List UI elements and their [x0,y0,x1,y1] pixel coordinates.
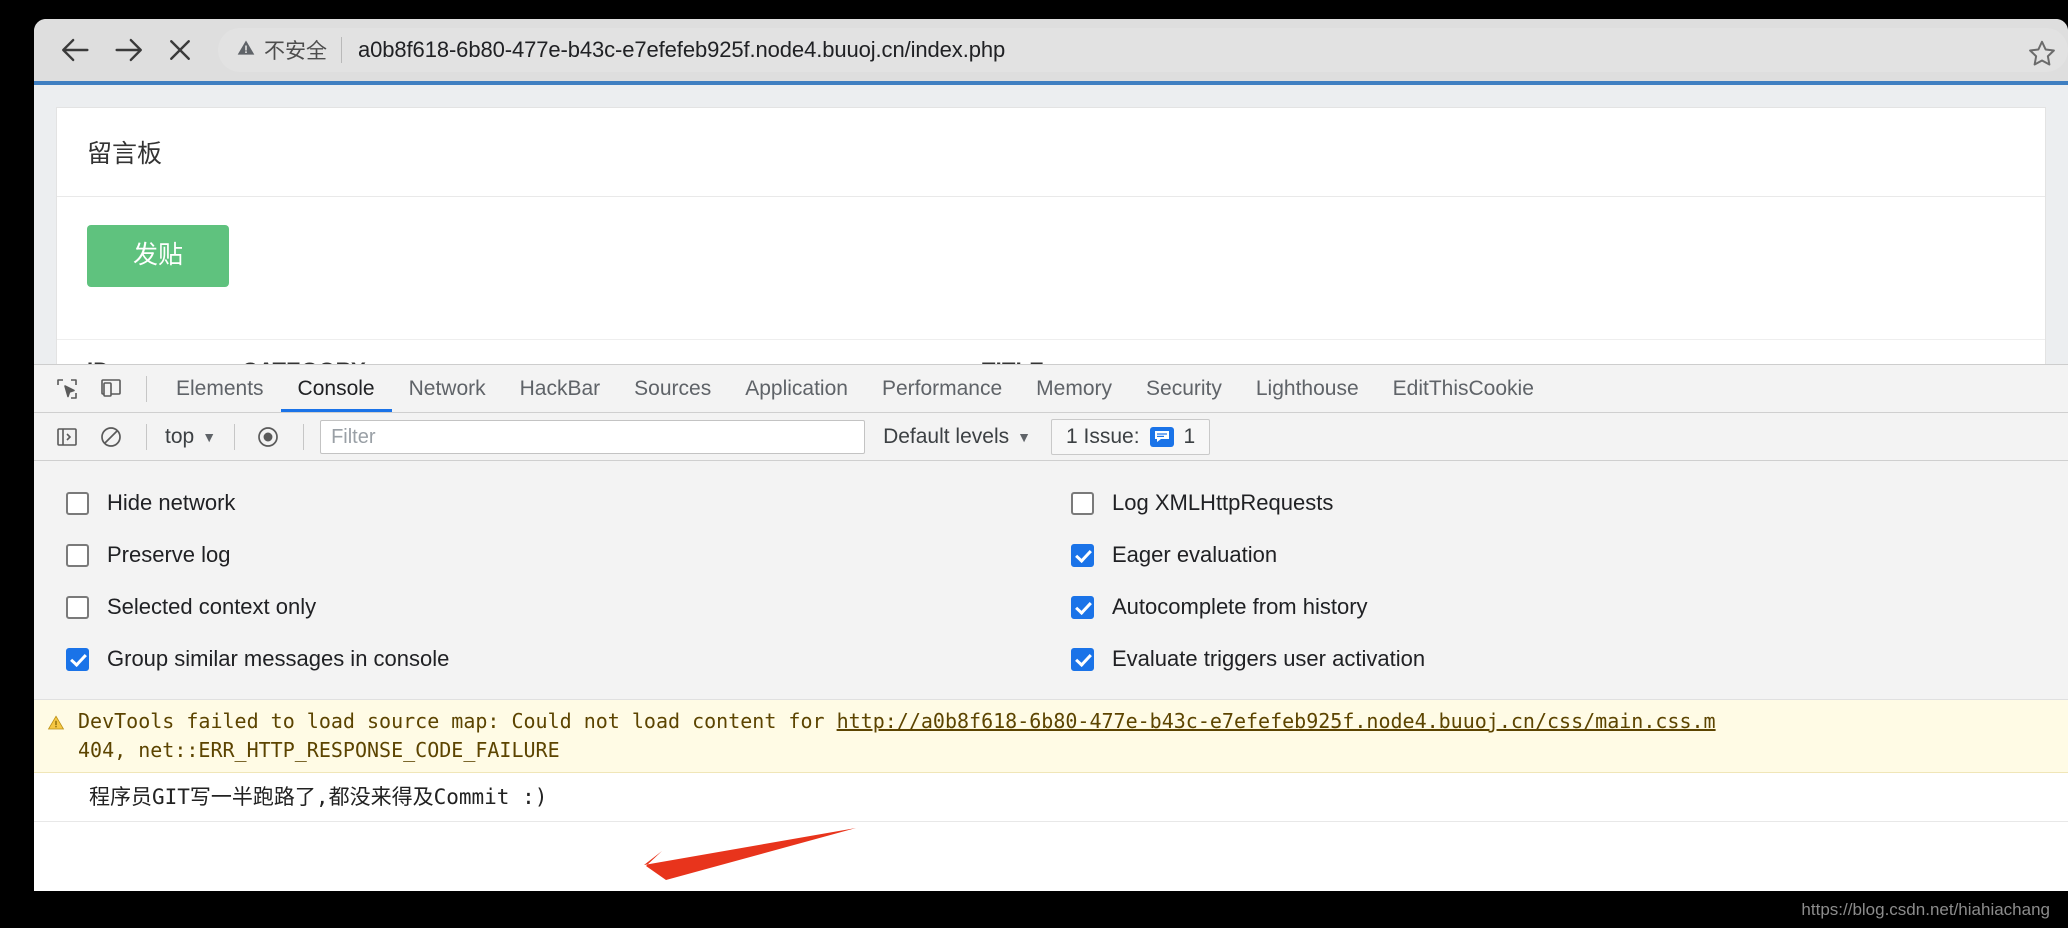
warning-text: DevTools failed to load source map: Coul… [78,709,837,733]
setting-label: Autocomplete from history [1112,594,1368,619]
screenshot-root: 不安全 a0b8f618-6b80-477e-b43c-e7efefeb925f… [0,0,2068,928]
setting-eager-evaluation[interactable]: Eager evaluation [1071,529,2068,581]
inspect-element-icon[interactable] [46,369,88,409]
settings-column-right: Log XMLHttpRequests Eager evaluation Aut… [1051,477,2068,685]
hide-network-checkbox[interactable] [66,491,89,515]
security-label: 不安全 [264,40,327,63]
forward-icon[interactable] [102,24,154,76]
web-page-content: 留言板 发贴 ID CATEGORY TITLE [34,85,2068,364]
stop-loading-icon[interactable] [154,24,206,76]
toolbar-divider [146,375,147,402]
selected-context-only-checkbox[interactable] [66,595,89,619]
settings-column-left: Hide network Preserve log Selected conte… [34,477,1051,685]
tab-sources[interactable]: Sources [617,365,728,412]
setting-label: Preserve log [107,542,231,567]
watermark-text: https://blog.csdn.net/hiahiachang [1801,900,2050,919]
setting-hide-network[interactable]: Hide network [66,477,1051,529]
setting-label: Selected context only [107,594,317,619]
autocomplete-from-history-checkbox[interactable] [1071,595,1094,619]
back-icon[interactable] [50,24,102,76]
card-body: 发贴 [57,197,2045,317]
tab-network[interactable]: Network [392,365,503,412]
warning-second-line: 404, net::ERR_HTTP_RESPONSE_CODE_FAILURE [78,738,560,762]
setting-preserve-log[interactable]: Preserve log [66,529,1051,581]
bookmark-star-icon[interactable] [2022,33,2062,73]
devtools-panel: Elements Console Network HackBar Sources… [34,364,2068,822]
source-map-url-link[interactable]: http://a0b8f618-6b80-477e-b43c-e7efefeb9… [837,709,1716,733]
console-warning-message[interactable]: DevTools failed to load source map: Coul… [34,700,2068,773]
live-expression-eye-icon[interactable] [247,417,289,457]
post-button[interactable]: 发贴 [87,225,230,287]
setting-label: Log XMLHttpRequests [1112,490,1334,515]
setting-selected-context-only[interactable]: Selected context only [66,581,1051,633]
message-board-card: 留言板 发贴 ID CATEGORY TITLE [56,107,2046,364]
security-indicator[interactable]: 不安全 [236,37,342,63]
setting-autocomplete-from-history[interactable]: Autocomplete from history [1071,581,2068,633]
warning-text-block: DevTools failed to load source map: Coul… [78,707,1716,765]
tab-security[interactable]: Security [1129,365,1239,412]
preserve-log-checkbox[interactable] [66,543,89,567]
tab-memory[interactable]: Memory [1019,365,1129,412]
console-log-message[interactable]: 程序员GIT写一半跑路了,都没来得及Commit :) [34,773,2068,822]
clear-console-icon[interactable] [90,417,132,457]
console-toolbar: top ▼ Filter Default levels ▼ 1 Issue: 1 [34,413,2068,461]
devtools-tabbar: Elements Console Network HackBar Sources… [34,365,2068,413]
tab-performance[interactable]: Performance [865,365,1019,412]
console-divider-2 [234,423,236,450]
tab-console[interactable]: Console [281,365,392,412]
evaluate-triggers-user-activation-checkbox[interactable] [1071,647,1094,671]
chevron-down-icon: ▼ [1017,428,1031,445]
tab-editthiscookie[interactable]: EditThisCookie [1376,365,1551,412]
setting-label: Evaluate triggers user activation [1112,646,1426,671]
console-divider-3 [303,423,305,450]
tab-lighthouse[interactable]: Lighthouse [1239,365,1376,412]
address-bar[interactable]: 不安全 a0b8f618-6b80-477e-b43c-e7efefeb925f… [218,28,2068,72]
setting-log-xmlhttprequests[interactable]: Log XMLHttpRequests [1071,477,2068,529]
issue-message-icon [1149,426,1174,447]
url-text: a0b8f618-6b80-477e-b43c-e7efefeb925f.nod… [358,37,1006,62]
browser-window: 不安全 a0b8f618-6b80-477e-b43c-e7efefeb925f… [34,19,2068,891]
tab-elements[interactable]: Elements [159,365,281,412]
issues-label: 1 Issue: [1065,424,1140,448]
group-similar-messages-checkbox[interactable] [66,647,89,671]
setting-label: Hide network [107,490,236,515]
filter-input[interactable]: Filter [320,419,866,454]
execution-context-select[interactable]: top ▼ [159,425,222,449]
execution-context-value: top [165,424,195,448]
issues-count: 1 [1183,424,1196,448]
log-levels-select[interactable]: Default levels ▼ [883,425,1031,449]
log-xmlhttprequests-checkbox[interactable] [1071,491,1094,515]
eager-evaluation-checkbox[interactable] [1071,543,1094,567]
tab-hackbar[interactable]: HackBar [503,365,618,412]
tab-application[interactable]: Application [728,365,865,412]
page-title: 留言板 [87,140,163,168]
issues-button[interactable]: 1 Issue: 1 [1050,418,1211,455]
warning-icon [46,711,66,740]
chevron-down-icon: ▼ [202,428,217,445]
log-levels-value: Default levels [883,424,1010,448]
posts-table-header: ID CATEGORY TITLE [57,338,2045,364]
setting-label: Group similar messages in console [107,646,450,671]
console-divider-1 [146,423,147,450]
console-sidebar-toggle-icon[interactable] [46,417,88,457]
setting-evaluate-triggers-user-activation[interactable]: Evaluate triggers user activation [1071,633,2068,685]
warning-triangle-icon [236,38,256,63]
setting-label: Eager evaluation [1112,542,1278,567]
browser-toolbar: 不安全 a0b8f618-6b80-477e-b43c-e7efefeb925f… [34,19,2068,81]
card-header: 留言板 [57,108,2045,197]
device-toolbar-icon[interactable] [90,369,132,409]
console-settings-panel: Hide network Preserve log Selected conte… [34,461,2068,700]
setting-group-similar-messages[interactable]: Group similar messages in console [66,633,1051,685]
console-messages: DevTools failed to load source map: Coul… [34,700,2068,822]
